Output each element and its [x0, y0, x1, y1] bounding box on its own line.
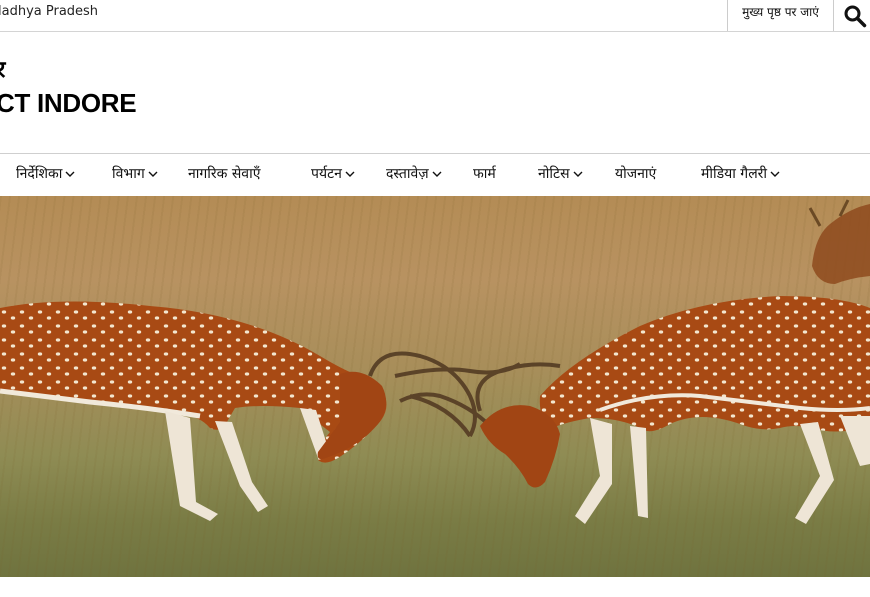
- nav-item-tourism[interactable]: पर्यटन: [311, 154, 355, 197]
- state-name: ladhya Pradesh: [0, 4, 99, 19]
- deer-illustration: [0, 199, 870, 524]
- chevron-down-icon: [148, 171, 158, 177]
- nav-item-label: मीडिया गैलरी: [701, 166, 768, 182]
- home-page-link[interactable]: मुख्य पृष्ठ पर जाएं: [727, 0, 834, 31]
- nav-item-label: फार्म: [473, 166, 496, 182]
- nav-item-label: विभाग: [112, 166, 145, 182]
- nav-item-media-gallery[interactable]: मीडिया गैलरी: [701, 154, 780, 197]
- chevron-down-icon: [770, 171, 780, 177]
- hero-banner-image: [0, 196, 870, 577]
- top-bar: ladhya Pradesh मुख्य पृष्ठ पर जाएं: [0, 0, 870, 32]
- nav-item-documents[interactable]: दस्तावेज़: [386, 154, 442, 197]
- nav-item-label: नोटिस: [538, 166, 570, 182]
- nav-item-forms[interactable]: फार्म: [473, 154, 496, 197]
- nav-item-label: पर्यटन: [311, 166, 342, 182]
- nav-item-label: दस्तावेज़: [386, 166, 429, 182]
- nav-item-schemes[interactable]: योजनाएं: [615, 154, 656, 197]
- site-title-hindi: र: [0, 57, 6, 83]
- chevron-down-icon: [432, 171, 442, 177]
- main-navigation: निर्देशिका विभाग नागरिक सेवाएँ पर्यटन दस…: [0, 153, 870, 197]
- nav-item-notices[interactable]: नोटिस: [538, 154, 583, 197]
- chevron-down-icon: [65, 171, 75, 177]
- search-button[interactable]: [840, 0, 870, 31]
- search-icon: [844, 5, 867, 27]
- nav-item-label: योजनाएं: [615, 166, 657, 182]
- chevron-down-icon: [573, 171, 583, 177]
- site-branding[interactable]: र CT INDORE: [0, 56, 137, 120]
- nav-item-directory[interactable]: निर्देशिका: [16, 154, 75, 197]
- chevron-down-icon: [345, 171, 355, 177]
- nav-item-label: निर्देशिका: [16, 166, 63, 182]
- nav-item-label: नागरिक सेवाएँ: [188, 166, 261, 182]
- site-title-english: CT INDORE: [0, 88, 137, 118]
- nav-item-departments[interactable]: विभाग: [112, 154, 158, 197]
- nav-item-citizen-services[interactable]: नागरिक सेवाएँ: [188, 154, 260, 197]
